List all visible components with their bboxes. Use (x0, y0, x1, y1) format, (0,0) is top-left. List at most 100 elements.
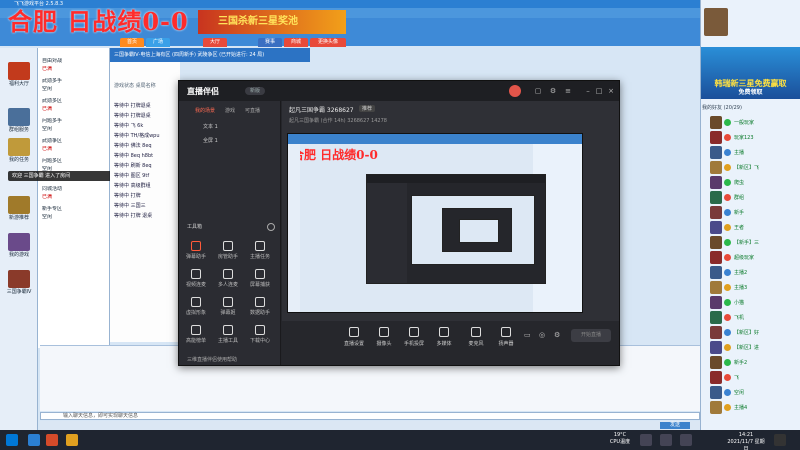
avatar[interactable] (710, 401, 722, 414)
player-row[interactable]: 主播3 (710, 281, 798, 295)
notification-icon[interactable] (774, 434, 786, 446)
tool-button[interactable]: 弹幕助手 (183, 241, 209, 260)
control-button[interactable]: 多媒体 (429, 327, 459, 347)
tab-my-scenes[interactable]: 我的场景 (195, 107, 215, 114)
player-row[interactable]: 【新手】三 (710, 236, 798, 250)
tool-button[interactable]: 下载中心 (247, 325, 273, 344)
promo-banner[interactable]: 三国杀新三星奖池 (198, 10, 346, 34)
scene-item[interactable]: 全屏 1 (185, 135, 275, 147)
list-item[interactable]: 同城活动 (42, 186, 110, 193)
go-live-button[interactable]: 开始直播 (571, 329, 611, 342)
table-row[interactable]: 等待中 8eq h8bt (114, 152, 178, 160)
network-icon[interactable] (680, 434, 692, 446)
avatar[interactable] (710, 221, 722, 234)
player-row[interactable]: 主播 (710, 146, 798, 160)
gear-icon[interactable]: ⚙ (554, 331, 560, 339)
sidebar-item-my-games[interactable]: 我的游戏 (3, 233, 35, 258)
avatar[interactable] (710, 341, 722, 354)
table-row[interactable]: 等待中 打牌退桌 (114, 112, 178, 120)
avatar[interactable] (710, 116, 722, 129)
tool-button[interactable]: 多人连麦 (215, 269, 241, 288)
player-row[interactable]: 小猫 (710, 296, 798, 310)
table-row[interactable]: 等待中 飞 6k (114, 122, 178, 130)
tool-button[interactable]: 数据助手 (247, 297, 273, 316)
tool-button[interactable]: 虚拟形象 (183, 297, 209, 316)
list-item[interactable]: 自由对战 (42, 58, 110, 65)
avatar[interactable] (704, 8, 728, 36)
sidebar-item-new-games[interactable]: 新游推荐 (3, 196, 35, 221)
sidebar-item-welfare[interactable]: 福利大厅 (3, 62, 35, 87)
stream-preview[interactable]: 合肥 日战绩0-0 (287, 133, 583, 313)
player-row[interactable]: 群组 (710, 191, 798, 205)
avatar[interactable] (710, 206, 722, 219)
tray-icon[interactable] (640, 434, 652, 446)
player-row[interactable]: 飞机 (710, 311, 798, 325)
avatar[interactable] (710, 371, 722, 384)
table-row[interactable]: 等待中 图区 9tf (114, 172, 178, 180)
list-item[interactable]: 问题多手 (42, 118, 110, 125)
tool-button[interactable]: 房管助手 (215, 241, 241, 260)
control-button[interactable]: 手机投屏 (399, 327, 429, 347)
volume-icon[interactable] (660, 434, 672, 446)
sidebar-item-groups[interactable]: 群组服务 (3, 108, 35, 133)
control-button[interactable]: 摄像头 (369, 327, 399, 347)
player-row[interactable]: 新手2 (710, 356, 798, 370)
avatar[interactable] (710, 236, 722, 249)
player-row[interactable]: 空闲 (710, 386, 798, 400)
list-item[interactable]: 武勋争区 (42, 138, 110, 145)
tool-button[interactable]: 主播任务 (247, 241, 273, 260)
player-row[interactable]: 主播2 (710, 266, 798, 280)
settings-icon[interactable]: ⚙ (549, 87, 557, 95)
version-badge[interactable]: 新版 (245, 87, 265, 95)
game-task-icon[interactable] (66, 434, 78, 446)
avatar[interactable] (710, 296, 722, 309)
tab-live[interactable]: 可直播 (245, 107, 260, 114)
camera-icon[interactable]: ▭ (524, 331, 531, 339)
tool-button[interactable]: 主播工具 (215, 325, 241, 344)
start-icon[interactable] (6, 434, 18, 446)
player-row[interactable]: 超级玩家 (710, 251, 798, 265)
clock[interactable]: 14:21 2021/11/7 星期日 (726, 432, 766, 450)
tab-hall[interactable]: 大厅 (203, 38, 227, 47)
avatar[interactable] (710, 266, 722, 279)
browser-task-icon[interactable] (46, 434, 58, 446)
player-row[interactable]: 【新区】进 (710, 341, 798, 355)
sidebar-item-sanguo[interactable]: 三国争霸Ⅳ (3, 270, 35, 295)
player-row[interactable]: 【新区】飞 (710, 161, 798, 175)
control-button[interactable]: 麦克风 (461, 327, 491, 347)
table-row[interactable]: 等待中 TH/格成wpu (114, 132, 178, 140)
avatar[interactable] (710, 131, 722, 144)
table-row[interactable]: 等待中 刷新 8eq (114, 162, 178, 170)
footer-hint[interactable]: 三维直播伴侣使用帮助 (187, 356, 237, 363)
tab-shop[interactable]: 商城 (284, 38, 308, 47)
avatar[interactable] (710, 146, 722, 159)
tool-button[interactable]: 弹幕姬 (215, 297, 241, 316)
tab-avatar[interactable]: 更换头像 (310, 38, 346, 47)
avatar[interactable] (710, 311, 722, 324)
minimize-icon[interactable]: – (584, 87, 592, 95)
player-row[interactable]: 爬虫 (710, 176, 798, 190)
list-item[interactable]: 武勋多手 (42, 78, 110, 85)
player-row[interactable]: 王者 (710, 221, 798, 235)
tool-button[interactable]: 高能榜单 (183, 325, 209, 344)
sidebar-item-tasks[interactable]: 我的任务 (3, 138, 35, 163)
table-row[interactable]: 等待中 三国三 (114, 202, 178, 210)
send-button[interactable]: 发送 (660, 422, 690, 429)
avatar[interactable] (710, 386, 722, 399)
player-row[interactable]: 一般玩家 (710, 116, 798, 130)
avatar[interactable] (710, 251, 722, 264)
player-row[interactable]: 飞 (710, 371, 798, 385)
app-task-icon[interactable] (28, 434, 40, 446)
table-row[interactable]: 等待中 打牌 (114, 192, 178, 200)
list-item[interactable]: 问题多区 (42, 158, 110, 165)
menu-icon[interactable]: ≡ (564, 87, 572, 95)
tool-button[interactable]: 视频连麦 (183, 269, 209, 288)
control-button[interactable]: 扬声器 (491, 327, 521, 347)
table-row[interactable]: 等待中 打牌 退桌 (114, 212, 178, 220)
avatar[interactable] (710, 326, 722, 339)
tab-events[interactable]: 赛事 (258, 38, 282, 47)
table-row[interactable]: 等待中 佛法 8eq (114, 142, 178, 150)
avatar[interactable] (710, 176, 722, 189)
scene-item[interactable]: 文本 1 (185, 121, 275, 133)
player-row[interactable]: 主播4 (710, 401, 798, 415)
